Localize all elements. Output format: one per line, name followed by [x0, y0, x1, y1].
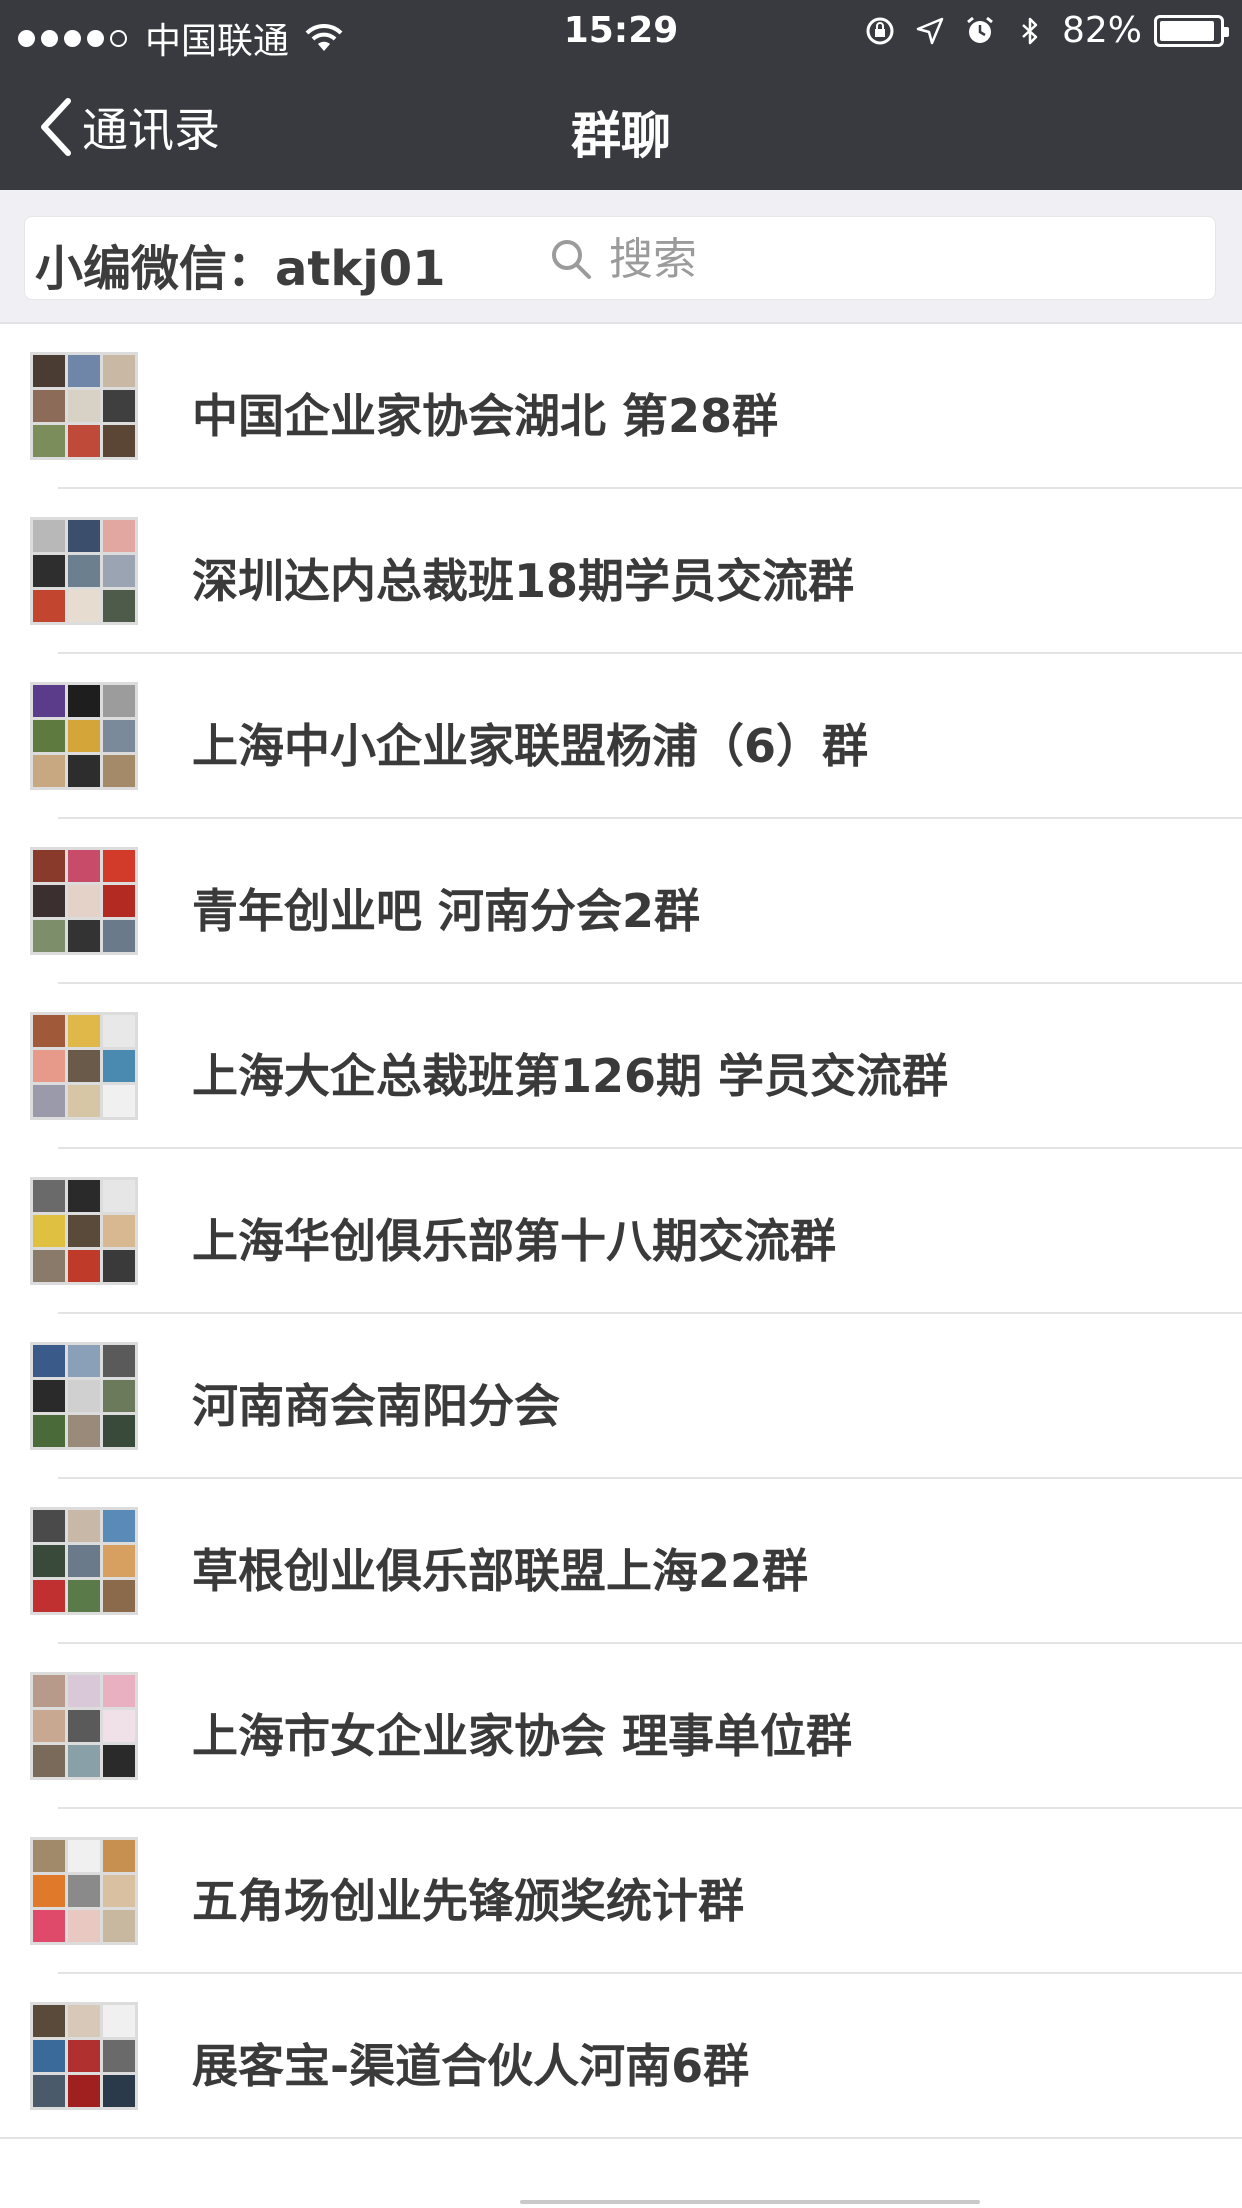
- status-right: 82%: [846, 10, 1229, 51]
- search-area: 小编微信：atkj01: [0, 190, 1242, 324]
- group-name: 青年创业吧 河南分会2群: [192, 884, 701, 938]
- group-name: 上海华创俱乐部第十八期交流群: [192, 1214, 836, 1268]
- group-avatar: [30, 1177, 138, 1285]
- page-title: 群聊: [571, 107, 671, 165]
- group-name: 上海大企总裁班第126期 学员交流群: [192, 1049, 949, 1103]
- search-bar[interactable]: 小编微信：atkj01: [24, 216, 1216, 300]
- group-name: 上海中小企业家联盟杨浦（6）群: [192, 719, 869, 773]
- nav-bar: 通讯录 群聊: [0, 62, 1242, 190]
- header: 中国联通 15:29 82% 通讯录 群聊: [0, 0, 1242, 190]
- group-row[interactable]: 上海市女企业家协会 理事单位群: [0, 1644, 1242, 1809]
- group-row[interactable]: 上海中小企业家联盟杨浦（6）群: [0, 654, 1242, 819]
- group-row[interactable]: 草根创业俱乐部联盟上海22群: [0, 1479, 1242, 1644]
- group-avatar: [30, 1672, 138, 1780]
- alarm-icon: [967, 16, 993, 43]
- rotation-lock-icon: [866, 17, 894, 44]
- battery-icon: [1154, 14, 1229, 47]
- group-name: 展客宝-渠道合伙人河南6群: [192, 2039, 750, 2093]
- group-avatar: [30, 517, 138, 625]
- group-name: 五角场创业先锋颁奖统计群: [192, 1874, 744, 1928]
- group-name: 深圳达内总裁班18期学员交流群: [192, 554, 855, 608]
- group-row[interactable]: 上海华创俱乐部第十八期交流群: [0, 1149, 1242, 1314]
- search-icon: [552, 240, 591, 279]
- group-avatar: [30, 352, 138, 460]
- search-input[interactable]: [609, 231, 1169, 287]
- group-name: 草根创业俱乐部联盟上海22群: [192, 1544, 809, 1598]
- location-icon: [916, 17, 944, 44]
- group-name: 河南商会南阳分会: [192, 1379, 560, 1433]
- search-caption: 小编微信：atkj01: [35, 241, 446, 297]
- group-row[interactable]: 青年创业吧 河南分会2群: [0, 819, 1242, 984]
- group-avatar: [30, 1837, 138, 1945]
- group-row[interactable]: 河南商会南阳分会: [0, 1314, 1242, 1479]
- group-row[interactable]: 展客宝-渠道合伙人河南6群: [0, 1974, 1242, 2139]
- group-name: 中国企业家协会湖北 第28群: [192, 389, 779, 443]
- group-name: 上海市女企业家协会 理事单位群: [192, 1709, 853, 1763]
- group-avatar: [30, 2002, 138, 2110]
- group-avatar: [30, 1507, 138, 1615]
- divider: [520, 2200, 980, 2204]
- group-row[interactable]: 中国企业家协会湖北 第28群: [0, 324, 1242, 489]
- bluetooth-icon: [1022, 17, 1038, 44]
- group-avatar: [30, 682, 138, 790]
- group-avatar: [30, 847, 138, 955]
- status-bar: 中国联通 15:29 82%: [0, 0, 1242, 62]
- group-list: 中国企业家协会湖北 第28群 深圳达内总裁班18期学员交流群 上海中小企业家联盟…: [0, 324, 1242, 2139]
- group-row[interactable]: 上海大企总裁班第126期 学员交流群: [0, 984, 1242, 1149]
- group-avatar: [30, 1012, 138, 1120]
- group-row[interactable]: 五角场创业先锋颁奖统计群: [0, 1809, 1242, 1974]
- group-avatar: [30, 1342, 138, 1450]
- battery-percent: 82%: [1061, 10, 1142, 51]
- group-row[interactable]: 深圳达内总裁班18期学员交流群: [0, 489, 1242, 654]
